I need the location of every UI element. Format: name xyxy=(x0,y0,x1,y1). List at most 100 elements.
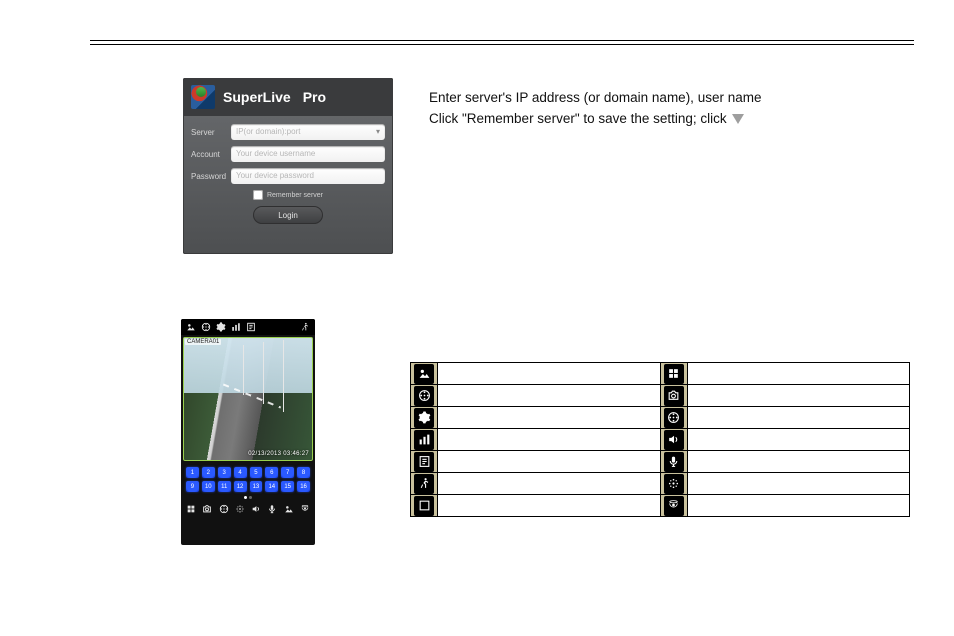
page-dot xyxy=(244,496,247,499)
channel-button[interactable]: 4 xyxy=(234,467,247,478)
legend-desc-cell xyxy=(438,495,661,517)
legend-desc-cell xyxy=(438,429,661,451)
legend-row xyxy=(411,385,910,407)
login-button-label: Login xyxy=(278,211,298,220)
camera-icon xyxy=(664,386,684,406)
channel-button[interactable]: 8 xyxy=(297,467,310,478)
channel-button[interactable]: 2 xyxy=(202,467,215,478)
channel-button[interactable]: 13 xyxy=(250,481,263,492)
account-placeholder: Your device username xyxy=(236,146,315,162)
image-icon[interactable] xyxy=(284,504,294,514)
mic-icon xyxy=(664,452,684,472)
login-body: Server IP(or domain):port ▾ Account Your… xyxy=(183,116,393,230)
app-logo-icon xyxy=(191,85,215,109)
legend-icon-cell xyxy=(660,363,687,385)
legend-desc-cell xyxy=(438,407,661,429)
legend-row xyxy=(411,451,910,473)
channel-button[interactable]: 16 xyxy=(297,481,310,492)
channel-button[interactable]: 12 xyxy=(234,481,247,492)
log-icon[interactable] xyxy=(246,322,256,332)
video-timestamp: 02/13/2013 03:46:27 xyxy=(248,451,309,457)
server-dropdown-icon[interactable]: ▾ xyxy=(376,124,380,140)
ball-icon xyxy=(664,496,684,516)
legend-desc-cell xyxy=(438,385,661,407)
sound-icon xyxy=(664,430,684,450)
log-icon xyxy=(414,452,434,472)
legend-desc-cell xyxy=(438,363,661,385)
legend-desc-cell xyxy=(687,495,910,517)
ptz-icon xyxy=(664,474,684,494)
run-icon[interactable] xyxy=(300,322,310,332)
legend-icon-cell xyxy=(411,385,438,407)
legend-desc-cell xyxy=(687,451,910,473)
channel-button[interactable]: 9 xyxy=(186,481,199,492)
grid-icon xyxy=(664,364,684,384)
image-icon[interactable] xyxy=(186,322,196,332)
page-dot xyxy=(249,496,252,499)
legend-row xyxy=(411,429,910,451)
legend-row xyxy=(411,495,910,517)
legend-desc-cell xyxy=(687,407,910,429)
instruction-line2: Click "Remember server" to save the sett… xyxy=(429,111,727,126)
account-label: Account xyxy=(191,150,231,159)
legend-icon-cell xyxy=(411,407,438,429)
live-video-frame[interactable]: CAMERA01 02/13/2013 03:46:27 xyxy=(183,337,313,461)
login-screenshot: SuperLive Pro Server IP(or domain):port ▾… xyxy=(183,78,393,254)
legend-icon-cell xyxy=(411,451,438,473)
login-button[interactable]: Login xyxy=(253,206,323,224)
liveview-topbar xyxy=(181,319,315,335)
bars-icon[interactable] xyxy=(231,322,241,332)
legend-desc-cell xyxy=(687,363,910,385)
channel-button[interactable]: 7 xyxy=(281,467,294,478)
reel-icon[interactable] xyxy=(201,322,211,332)
channel-grid: 12345678910111213141516 xyxy=(181,463,315,496)
legend-icon-cell xyxy=(411,363,438,385)
gear-icon[interactable] xyxy=(216,322,226,332)
square-icon xyxy=(414,496,434,516)
legend-row xyxy=(411,473,910,495)
legend-icon-cell xyxy=(660,495,687,517)
page-rule-top xyxy=(90,40,914,45)
channel-button[interactable]: 5 xyxy=(250,467,263,478)
channel-button[interactable]: 11 xyxy=(218,481,231,492)
legend-row xyxy=(411,407,910,429)
legend-icon-cell xyxy=(660,429,687,451)
grid-icon[interactable] xyxy=(186,504,196,514)
camera-icon[interactable] xyxy=(202,504,212,514)
channel-button[interactable]: 6 xyxy=(265,467,278,478)
mic-icon[interactable] xyxy=(267,504,277,514)
gear-icon xyxy=(414,408,434,428)
sound-icon[interactable] xyxy=(251,504,261,514)
run-icon xyxy=(414,474,434,494)
app-title-suffix: Pro xyxy=(303,89,326,105)
instruction-text: Enter server's IP address (or domain nam… xyxy=(429,88,914,130)
legend-desc-cell xyxy=(438,451,661,473)
reel-icon[interactable] xyxy=(219,504,229,514)
liveview-screenshot: CAMERA01 02/13/2013 03:46:27 12345678910… xyxy=(181,319,315,545)
reel-icon xyxy=(414,386,434,406)
bars-icon xyxy=(414,430,434,450)
channel-button[interactable]: 3 xyxy=(218,467,231,478)
legend-icon-cell xyxy=(660,407,687,429)
remember-checkbox[interactable] xyxy=(253,190,263,200)
server-input[interactable]: IP(or domain):port ▾ xyxy=(231,124,385,140)
image-icon xyxy=(414,364,434,384)
legend-icon-cell xyxy=(660,451,687,473)
instruction-line1: Enter server's IP address (or domain nam… xyxy=(429,88,914,109)
account-input[interactable]: Your device username xyxy=(231,146,385,162)
app-title-main: SuperLive xyxy=(223,89,291,105)
password-input[interactable]: Your device password xyxy=(231,168,385,184)
channel-button[interactable]: 15 xyxy=(281,481,294,492)
legend-desc-cell xyxy=(687,429,910,451)
channel-button[interactable]: 10 xyxy=(202,481,215,492)
channel-button[interactable]: 1 xyxy=(186,467,199,478)
icon-legend-table xyxy=(410,362,910,517)
remember-label: Remember server xyxy=(267,192,323,199)
legend-icon-cell xyxy=(411,495,438,517)
ptz-icon[interactable] xyxy=(235,504,245,514)
ball-icon[interactable] xyxy=(300,504,310,514)
liveview-bottombar xyxy=(181,501,315,520)
channel-button[interactable]: 14 xyxy=(265,481,278,492)
reel-icon xyxy=(664,408,684,428)
password-label: Password xyxy=(191,172,231,181)
